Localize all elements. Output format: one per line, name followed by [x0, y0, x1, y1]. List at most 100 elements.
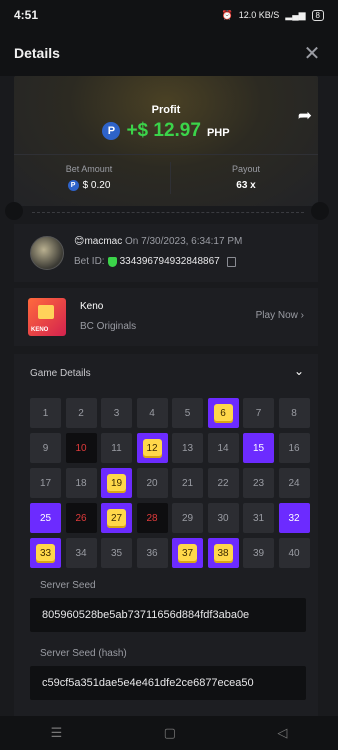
copy-icon[interactable] — [226, 256, 236, 267]
keno-cell: 27 — [101, 503, 132, 533]
play-now-button[interactable]: Play Now › — [256, 310, 304, 321]
server-seed-field[interactable]: 805960528be5ab73711656d884fdf3aba0e — [30, 598, 306, 632]
keno-cell: 18 — [65, 468, 97, 498]
payout-label: Payout — [231, 164, 261, 174]
keno-cell: 39 — [243, 538, 274, 568]
page-title: Details — [14, 45, 60, 61]
close-icon[interactable]: ✕ — [300, 41, 324, 66]
recents-icon[interactable]: ☰ — [51, 725, 63, 741]
clock: 4:51 — [14, 8, 39, 22]
profit-card: Profit P +$ 12.97 PHP ➦ Bet Amount P $ 0… — [14, 76, 318, 206]
game-provider: BC Originals — [80, 321, 137, 332]
alarm-icon: ⏰ — [221, 9, 233, 20]
bet-amount-value: $ 0.20 — [82, 180, 111, 191]
divider — [14, 154, 318, 155]
keno-cell: 6 — [207, 398, 239, 428]
bet-id-label: Bet ID: — [74, 256, 105, 267]
keno-cell: 2 — [65, 398, 97, 428]
bet-amount-label: Bet Amount — [65, 164, 113, 174]
bet-id-line: Bet ID: 334396794932848867 — [74, 256, 236, 267]
keno-hit-marker: 6 — [213, 403, 233, 423]
keno-cell: 28 — [136, 503, 168, 533]
user-emoji: 😊 — [74, 236, 85, 247]
keno-cell: 5 — [172, 398, 203, 428]
keno-hit-marker: 33 — [36, 543, 55, 563]
keno-cell: 32 — [278, 503, 310, 533]
keno-cell: 16 — [278, 433, 310, 463]
keno-cell: 14 — [207, 433, 239, 463]
keno-cell: 3 — [101, 398, 132, 428]
profit-row: P +$ 12.97 PHP — [14, 120, 318, 142]
verified-shield-icon — [107, 256, 117, 267]
profit-amount: +$ 12.97 — [126, 120, 201, 141]
game-card[interactable]: KENO Keno BC Originals Play Now › — [14, 288, 318, 346]
keno-cell: 12 — [136, 433, 168, 463]
keno-cell: 35 — [101, 538, 132, 568]
keno-hit-marker: 38 — [213, 543, 233, 563]
keno-cell: 22 — [207, 468, 239, 498]
keno-cell: 40 — [278, 538, 310, 568]
server-seed-hash-field[interactable]: c59cf5a351dae5e4e461dfe2ce6877ecea50 — [30, 666, 306, 700]
home-icon[interactable]: ▢ — [164, 725, 176, 741]
keno-hit-marker: 19 — [107, 473, 126, 493]
game-details-panel: Game Details ⌄ 1 2 3 4 5 6 7 8 9 10 11 12 13 14 15 16 17… — [14, 354, 318, 716]
keno-cell: 20 — [136, 468, 168, 498]
system-nav-bar: ☰ ▢ ◁ — [0, 716, 338, 750]
keno-thumbnail: KENO — [28, 298, 66, 336]
keno-cell: 21 — [172, 468, 203, 498]
php-coin-icon: P — [102, 122, 121, 140]
keno-cell: 19 — [101, 468, 132, 498]
keno-cell: 34 — [65, 538, 97, 568]
dashed-divider — [32, 212, 304, 213]
details-header: Details ✕ — [0, 30, 338, 76]
profit-label: Profit — [151, 104, 181, 116]
keno-cell: 11 — [101, 433, 132, 463]
bet-amount-row: P $ 0.20 — [14, 180, 164, 191]
bet-date-prefix: On — [125, 236, 139, 247]
keno-cell: 36 — [136, 538, 168, 568]
keno-thumb-label: KENO — [31, 327, 49, 333]
username[interactable]: macmac — [84, 236, 122, 247]
keno-cell: 15 — [243, 433, 274, 463]
keno-cell: 9 — [30, 433, 61, 463]
payout-value: 63 x — [236, 180, 256, 191]
keno-cell: 24 — [278, 468, 310, 498]
bet-info: 😊macmac On 7/30/2023, 6:34:17 PM Bet ID:… — [14, 224, 318, 282]
keno-hit-marker: 12 — [142, 438, 162, 458]
keno-cell: 7 — [243, 398, 274, 428]
profit-currency: PHP — [206, 127, 230, 139]
game-details-title: Game Details — [30, 368, 91, 379]
keno-cell: 8 — [278, 398, 310, 428]
keno-cell: 38 — [207, 538, 239, 568]
back-icon[interactable]: ◁ — [277, 725, 287, 741]
battery-icon: 8 — [311, 9, 324, 21]
keno-cell: 10 — [65, 433, 97, 463]
bet-date: 7/30/2023, 6:34:17 PM — [141, 236, 243, 247]
keno-board: 1 2 3 4 5 6 7 8 9 10 11 12 13 14 15 16 17 18 19 20 21 22 23 24 2… — [30, 398, 310, 568]
chevron-down-icon[interactable]: ⌄ — [294, 364, 304, 378]
keno-cell: 13 — [172, 433, 203, 463]
keno-cell: 37 — [172, 538, 203, 568]
keno-ball-icon — [38, 305, 54, 319]
play-now-label: Play Now — [255, 310, 298, 321]
keno-cell: 25 — [30, 503, 61, 533]
keno-cell: 26 — [65, 503, 97, 533]
server-seed-hash-label: Server Seed (hash) — [40, 648, 127, 659]
share-icon[interactable]: ➦ — [298, 106, 312, 126]
avatar[interactable] — [30, 236, 64, 270]
chevron-right-icon: › — [300, 310, 304, 321]
bet-amount-stat: Bet Amount P $ 0.20 — [14, 164, 164, 191]
keno-cell: 31 — [243, 503, 274, 533]
bet-id-value: 334396794932848867 — [119, 256, 220, 267]
keno-cell: 23 — [243, 468, 274, 498]
keno-hit-marker: 27 — [107, 508, 126, 528]
keno-cell: 17 — [30, 468, 61, 498]
payout-stat: Payout 63 x — [171, 164, 321, 191]
keno-hit-marker: 37 — [178, 543, 197, 563]
status-bar: 4:51 ⏰ 12.0 KB/S ▂▄▆ 8 — [0, 0, 338, 30]
bet-user-line: 😊macmac On 7/30/2023, 6:34:17 PM — [74, 236, 242, 247]
keno-cell: 30 — [207, 503, 239, 533]
status-icons: ⏰ 12.0 KB/S ▂▄▆ 8 — [221, 9, 324, 21]
details-sheet: Profit P +$ 12.97 PHP ➦ Bet Amount P $ 0… — [0, 76, 338, 716]
keno-cell: 4 — [136, 398, 168, 428]
